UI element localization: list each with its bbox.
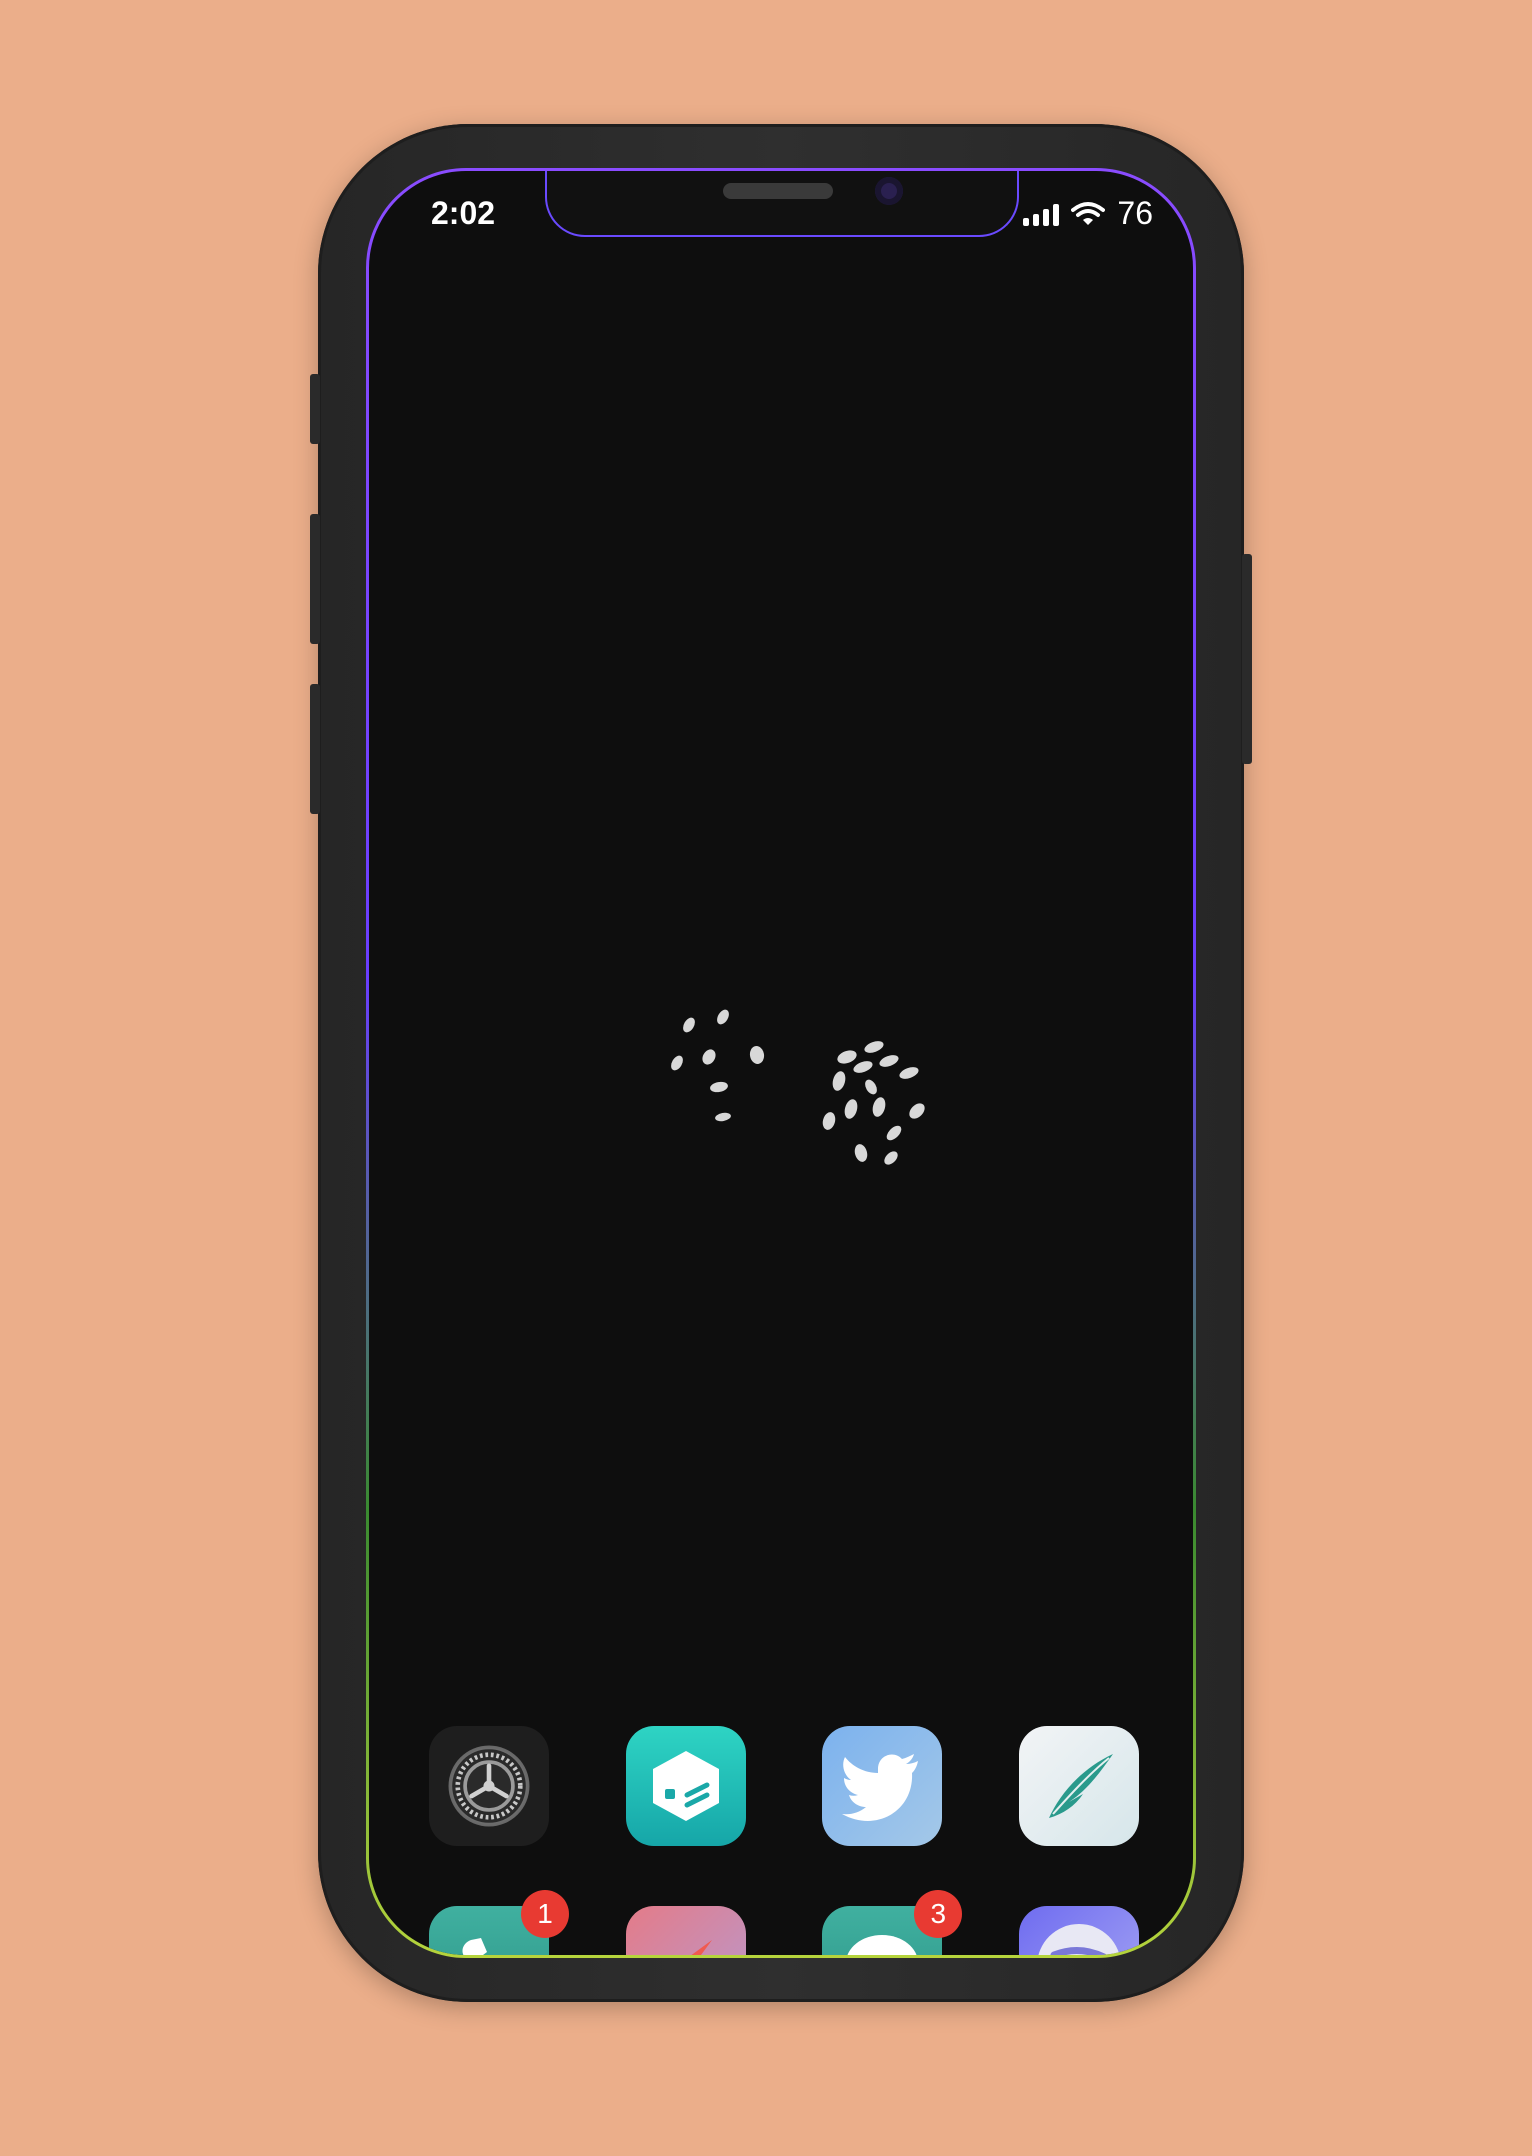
compass-icon (691, 1940, 712, 1955)
screen-glow-border: 2:02 76 1 3 (366, 168, 1196, 1958)
battery-level: 76 (1117, 195, 1153, 231)
volume-down-button (310, 684, 320, 814)
phone-badge: 1 (521, 1890, 569, 1938)
mute-switch (310, 374, 320, 444)
spotify-app[interactable] (1018, 1906, 1139, 1955)
status-time: 2:02 (431, 195, 496, 231)
power-button (1242, 554, 1252, 764)
messages-badge: 3 (914, 1890, 963, 1938)
messages-app[interactable]: 3 (822, 1890, 963, 1955)
dice-icon (671, 1009, 925, 1165)
app-row-1 (429, 1726, 1139, 1846)
feather-app[interactable] (1018, 1726, 1139, 1846)
phone-icon (462, 1938, 487, 1955)
phone-app[interactable]: 1 (429, 1890, 569, 1955)
package-box-icon (652, 1751, 719, 1821)
notch (545, 171, 1019, 237)
cellular-signal-icon (1023, 202, 1060, 226)
gear-icon (448, 1745, 530, 1827)
phone-frame: 2:02 76 1 3 (310, 124, 1252, 2002)
earpiece-speaker (723, 183, 833, 199)
spotify-icon (1038, 1924, 1120, 1955)
bird-icon (842, 1754, 919, 1821)
speech-bubble-icon (847, 1935, 917, 1955)
settings-app[interactable] (429, 1726, 549, 1846)
twitter-app[interactable] (822, 1726, 943, 1846)
wifi-icon (1071, 201, 1106, 225)
volume-up-button (310, 514, 320, 644)
status-indicators: 76 (1023, 195, 1153, 232)
wallpaper-stage: 2:02 76 1 3 (0, 0, 1532, 2156)
sileo-app[interactable] (625, 1726, 746, 1846)
front-camera (875, 177, 903, 205)
home-screen: 2:02 76 1 3 (369, 171, 1193, 1955)
app-row-2: 1 3 (429, 1890, 1139, 1955)
safari-app[interactable] (625, 1906, 746, 1955)
feather-icon (1048, 1754, 1113, 1818)
